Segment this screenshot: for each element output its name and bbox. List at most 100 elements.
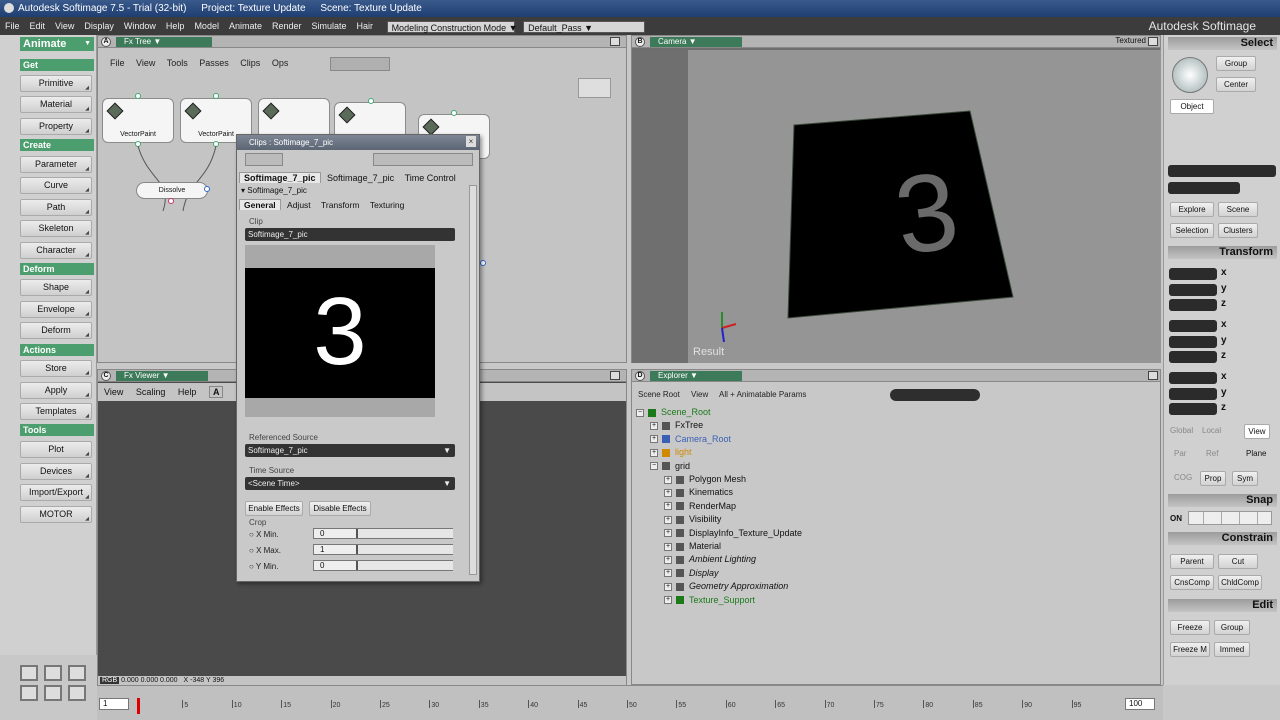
- explorer-view-menu[interactable]: View: [691, 390, 708, 399]
- panel-d-letter[interactable]: D: [635, 371, 645, 381]
- section-actions[interactable]: Actions: [20, 344, 94, 356]
- expand-icon[interactable]: +: [664, 582, 672, 591]
- expand-icon[interactable]: +: [664, 569, 672, 578]
- snap-on-toggle[interactable]: ON: [1170, 514, 1182, 523]
- tab-softimage-pic-2[interactable]: Softimage_7_pic: [323, 173, 398, 183]
- node-port[interactable]: [213, 93, 219, 99]
- cnscomp-button[interactable]: CnsComp: [1170, 575, 1214, 590]
- expand-icon[interactable]: +: [664, 529, 672, 538]
- maximize-icon[interactable]: [1148, 37, 1158, 46]
- menu-display[interactable]: Display: [79, 17, 119, 35]
- fxv-scaling-menu[interactable]: Scaling: [136, 387, 166, 397]
- node-port[interactable]: [480, 260, 486, 266]
- end-frame-field[interactable]: 100: [1125, 698, 1155, 710]
- node-port[interactable]: [135, 93, 141, 99]
- parent-button[interactable]: Parent: [1170, 554, 1214, 569]
- dissolve-node[interactable]: Dissolve: [136, 182, 208, 199]
- tab-general[interactable]: General: [239, 199, 281, 210]
- layout-single-icon[interactable]: [44, 665, 62, 681]
- fx-tree-title[interactable]: Fx Tree ▼: [116, 37, 212, 47]
- tree-item[interactable]: + Material: [664, 540, 721, 553]
- section-deform[interactable]: Deform: [20, 263, 94, 275]
- templates-button[interactable]: Templates: [20, 403, 92, 420]
- primitive-button[interactable]: Primitive: [20, 75, 92, 92]
- clusters-button[interactable]: Clusters: [1218, 223, 1258, 238]
- tree-item[interactable]: + Texture_Support: [664, 594, 755, 607]
- fxv-view-menu[interactable]: View: [104, 387, 123, 397]
- menu-render[interactable]: Render: [267, 17, 307, 35]
- translate-z-field[interactable]: [1169, 403, 1217, 415]
- deform-button[interactable]: Deform: [20, 322, 92, 339]
- sym-button[interactable]: Sym: [1232, 471, 1258, 486]
- envelope-button[interactable]: Envelope: [20, 301, 92, 318]
- x-max-field[interactable]: 1: [313, 544, 453, 555]
- dialog-tool-icons[interactable]: [245, 153, 283, 166]
- viewport-canvas[interactable]: 3 Result: [688, 50, 1161, 363]
- tree-item[interactable]: + Display: [664, 567, 719, 580]
- scale-y-field[interactable]: [1169, 284, 1217, 296]
- construction-mode-dropdown[interactable]: Modeling Construction Mode ▼: [386, 20, 518, 33]
- layout-quad2-icon[interactable]: [68, 685, 86, 701]
- view-button[interactable]: View: [1244, 424, 1270, 439]
- rotate-x-field[interactable]: [1169, 320, 1217, 332]
- fxv-a-button[interactable]: A: [208, 386, 224, 398]
- expand-icon[interactable]: +: [650, 422, 658, 431]
- shading-mode[interactable]: Textured: [1115, 36, 1146, 45]
- rotate-y-field[interactable]: [1169, 336, 1217, 348]
- tab-time-control[interactable]: Time Control: [401, 173, 460, 183]
- fx-tools-menu[interactable]: Tools: [167, 58, 188, 68]
- section-tools[interactable]: Tools: [20, 424, 94, 436]
- fx-view-menu[interactable]: View: [136, 58, 155, 68]
- dialog-scrollbar[interactable]: [469, 185, 477, 575]
- edit-group-button[interactable]: Group: [1214, 620, 1250, 635]
- pass-dropdown[interactable]: Default_Pass ▼: [523, 20, 646, 33]
- tree-item[interactable]: + RenderMap: [664, 500, 736, 513]
- fx-tree-tool-icons[interactable]: [330, 57, 390, 71]
- fx-passes-menu[interactable]: Passes: [199, 58, 229, 68]
- curve-button[interactable]: Curve: [20, 177, 92, 194]
- import-export-button[interactable]: Import/Export: [20, 484, 92, 501]
- y-min-field[interactable]: 0: [313, 560, 453, 571]
- layout-horizontal-icon[interactable]: [20, 685, 38, 701]
- dialog-preset-icons[interactable]: [373, 153, 473, 166]
- tree-item[interactable]: + Kinematics: [664, 486, 733, 499]
- clips-dialog-titlebar[interactable]: Clips : Softimage_7_pic ×: [237, 135, 479, 150]
- tree-item[interactable]: + FxTree: [650, 419, 703, 432]
- fx-file-menu[interactable]: File: [110, 58, 125, 68]
- translate-y-field[interactable]: [1169, 388, 1217, 400]
- fx-clips-menu[interactable]: Clips: [240, 58, 260, 68]
- timeline[interactable]: 1 100 5 10 15 20 25 30 35 40 45 50 55 60 65 70 75 80 85 9…: [97, 685, 1163, 720]
- playhead[interactable]: [137, 698, 140, 714]
- layout-vertical-icon[interactable]: [44, 685, 62, 701]
- enable-effects-button[interactable]: Enable Effects: [245, 501, 303, 516]
- menu-animate[interactable]: Animate: [224, 17, 267, 35]
- rotate-z-field[interactable]: [1169, 351, 1217, 363]
- referenced-source-dropdown[interactable]: Softimage_7_pic ▼: [245, 444, 455, 457]
- tab-softimage-pic-1[interactable]: Softimage_7_pic: [239, 172, 321, 183]
- section-get[interactable]: Get: [20, 59, 94, 71]
- path-button[interactable]: Path: [20, 199, 92, 216]
- prop-button[interactable]: Prop: [1200, 471, 1226, 486]
- expand-icon[interactable]: +: [664, 475, 672, 484]
- store-button[interactable]: Store: [20, 360, 92, 377]
- panel-a-letter[interactable]: A: [101, 37, 111, 47]
- parameter-button[interactable]: Parameter: [20, 156, 92, 173]
- tree-item[interactable]: + Geometry Approximation: [664, 580, 788, 593]
- ref-button[interactable]: Ref: [1206, 449, 1218, 458]
- tree-item[interactable]: + Ambient Lighting: [664, 553, 756, 566]
- plane-button[interactable]: Plane: [1246, 449, 1266, 458]
- fx-ops-menu[interactable]: Ops: [272, 58, 289, 68]
- select-group-button[interactable]: Group: [1216, 56, 1256, 71]
- tree-item[interactable]: + Visibility: [664, 513, 721, 526]
- panel-b-letter[interactable]: B: [635, 37, 645, 47]
- disable-effects-button[interactable]: Disable Effects: [309, 501, 371, 516]
- explorer-title[interactable]: Explorer ▼: [650, 371, 742, 381]
- selection-name-field[interactable]: [1168, 165, 1276, 177]
- plot-button[interactable]: Plot: [20, 441, 92, 458]
- tree-item[interactable]: + Polygon Mesh: [664, 473, 746, 486]
- tree-item[interactable]: + Camera_Root: [650, 433, 731, 446]
- toolbar-mode-dropdown[interactable]: Animate ▼: [20, 37, 94, 51]
- node-port[interactable]: [451, 110, 457, 116]
- maximize-icon[interactable]: [1148, 371, 1158, 380]
- fx-viewer-title[interactable]: Fx Viewer ▼: [116, 371, 208, 381]
